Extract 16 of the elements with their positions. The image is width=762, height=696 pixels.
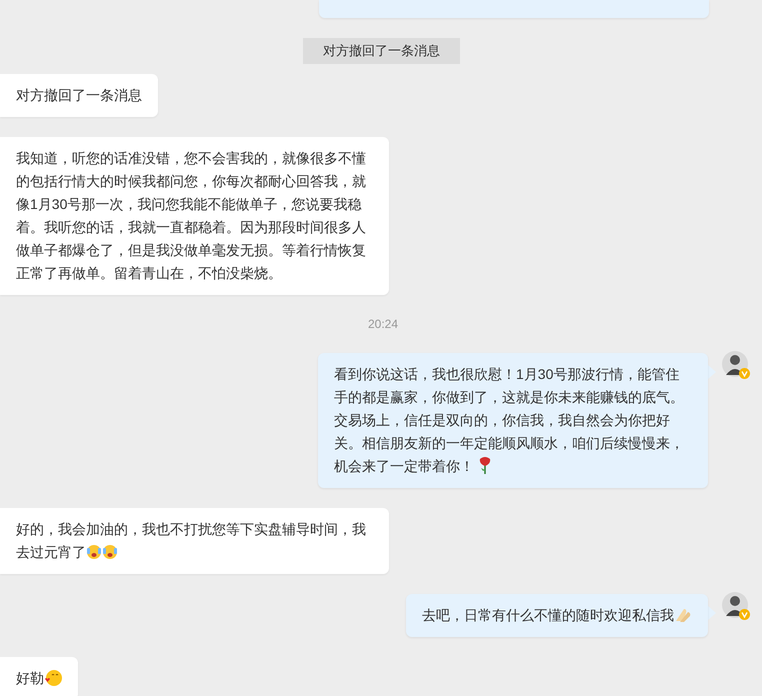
verified-badge-icon [739, 608, 750, 620]
crying-face-icon [86, 544, 102, 560]
message-bubble: 对方撤回了一条消息 [0, 74, 158, 116]
message-bubble: 去吧，日常有什么不懂的随时欢迎私信我 [406, 594, 708, 636]
message-bubble: 好的，我会加油的，我也不打扰您等下实盘辅导时间，我去过元宵了 [0, 508, 389, 574]
kissing-face-icon [44, 668, 62, 686]
system-notice: 对方撤回了一条消息 [303, 38, 460, 64]
verified-badge-icon [739, 368, 750, 378]
crying-face-icon [102, 544, 118, 560]
avatar [722, 592, 750, 620]
message-bubble: 好勒 [0, 656, 78, 696]
timestamp: 20:24 [368, 316, 398, 332]
message-bubble: 我知道，听您的话准没错，您不会害我的，就像很多不懂的包括行情大的时候我都问您，你每次都耐心回答我，就像1月30号那一次，我问您我能不能做单子，您说要我稳着。我听您的话，我就一直都稳着。因为那段时间很多人做单子都爆仓了，但是我没做单毫发无损。等着行情恢复正常了再做单。留着青山在，不怕没柴烧。 [0, 136, 389, 294]
message-bubble: 看到你说这话，我也很欣慰！1月30号那波行情，能管住手的都是赢家，你做到了，这就是你未来能赚钱的底气。交易场上，信任是双向的，你信我，我自然会为你把好关。相信朋友新的一年定能顺风顺水，咱们后续慢慢来，机会来了一定带着你！ [318, 352, 708, 488]
rose-icon [478, 456, 492, 474]
avatar [722, 350, 750, 378]
